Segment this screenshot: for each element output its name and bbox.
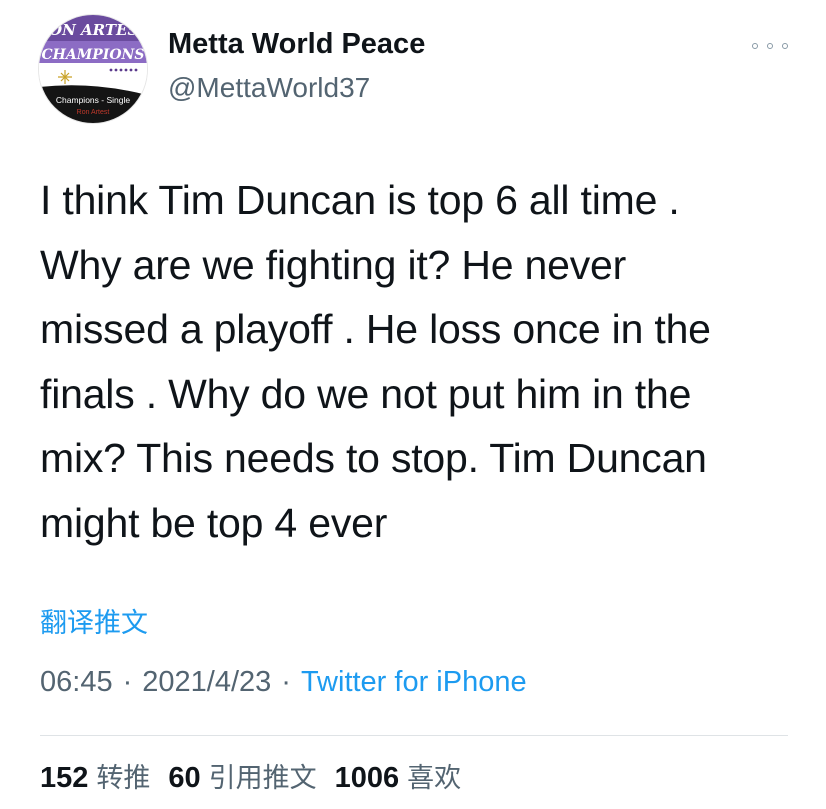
quotes-count: 60 (168, 762, 201, 794)
more-horizontal-icon-dot (782, 43, 788, 49)
retweets-stat[interactable]: 152 转推 (40, 756, 150, 795)
likes-label: 喜欢 (407, 763, 462, 794)
author-avatar[interactable]: RON ARTEST CHAMPIONS Champions - Single … (38, 14, 148, 124)
likes-count: 1006 (334, 762, 400, 794)
tweet-text-line: I think Tim Duncan is top 6 all time . (40, 177, 680, 223)
tweet-metadata: 06:45 · 2021/4/23 · Twitter for iPhone (40, 666, 527, 699)
meta-separator: · (281, 666, 291, 698)
tweet-text-line: might be top 4 ever (40, 499, 388, 546)
tweet-text-line: Why are we fighting it? He never (40, 241, 627, 288)
tweet-text: I think Tim Duncan is top 6 all time . W… (40, 168, 800, 555)
likes-stat[interactable]: 1006 喜欢 (335, 756, 462, 795)
avatar-title-2: CHAMPIONS (42, 47, 145, 63)
tweet-text-line: missed a playoff . He loss once in the (40, 306, 711, 352)
quotes-label: 引用推文 (208, 763, 317, 794)
more-horizontal-icon (752, 43, 758, 49)
retweets-count: 152 (40, 762, 89, 794)
author-handle[interactable]: @MettaWorld37 (168, 72, 370, 104)
divider (40, 735, 788, 736)
avatar-artwork: RON ARTEST CHAMPIONS Champions - Single … (39, 15, 147, 123)
avatar-caption: Champions - Single (56, 95, 130, 105)
more-horizontal-icon-dot (767, 43, 773, 49)
meta-separator: · (122, 666, 133, 698)
tweet-detail: RON ARTEST CHAMPIONS Champions - Single … (0, 0, 826, 809)
retweets-label: 转推 (96, 763, 151, 794)
tweet-date[interactable]: 2021/4/23 (142, 666, 271, 699)
tweet-time[interactable]: 06:45 (40, 666, 113, 699)
translate-tweet-link[interactable]: 翻译推文 (40, 601, 148, 640)
tweet-stats: 152 转推 60 引用推文 1006 喜欢 (40, 756, 479, 795)
tweet-text-line: mix? This needs to stop. Tim Duncan (40, 435, 707, 481)
avatar-title-1: RON ARTEST (39, 21, 147, 39)
tweet-text-line: finals . Why do we not put him in the (40, 370, 692, 417)
more-options-button[interactable] (752, 36, 788, 56)
tweet-source-link[interactable]: Twitter for iPhone (301, 666, 527, 699)
quotes-stat[interactable]: 60 引用推文 (168, 756, 316, 795)
avatar-subcaption: Ron Artest (77, 109, 110, 116)
author-name[interactable]: Metta World Peace (168, 28, 425, 61)
